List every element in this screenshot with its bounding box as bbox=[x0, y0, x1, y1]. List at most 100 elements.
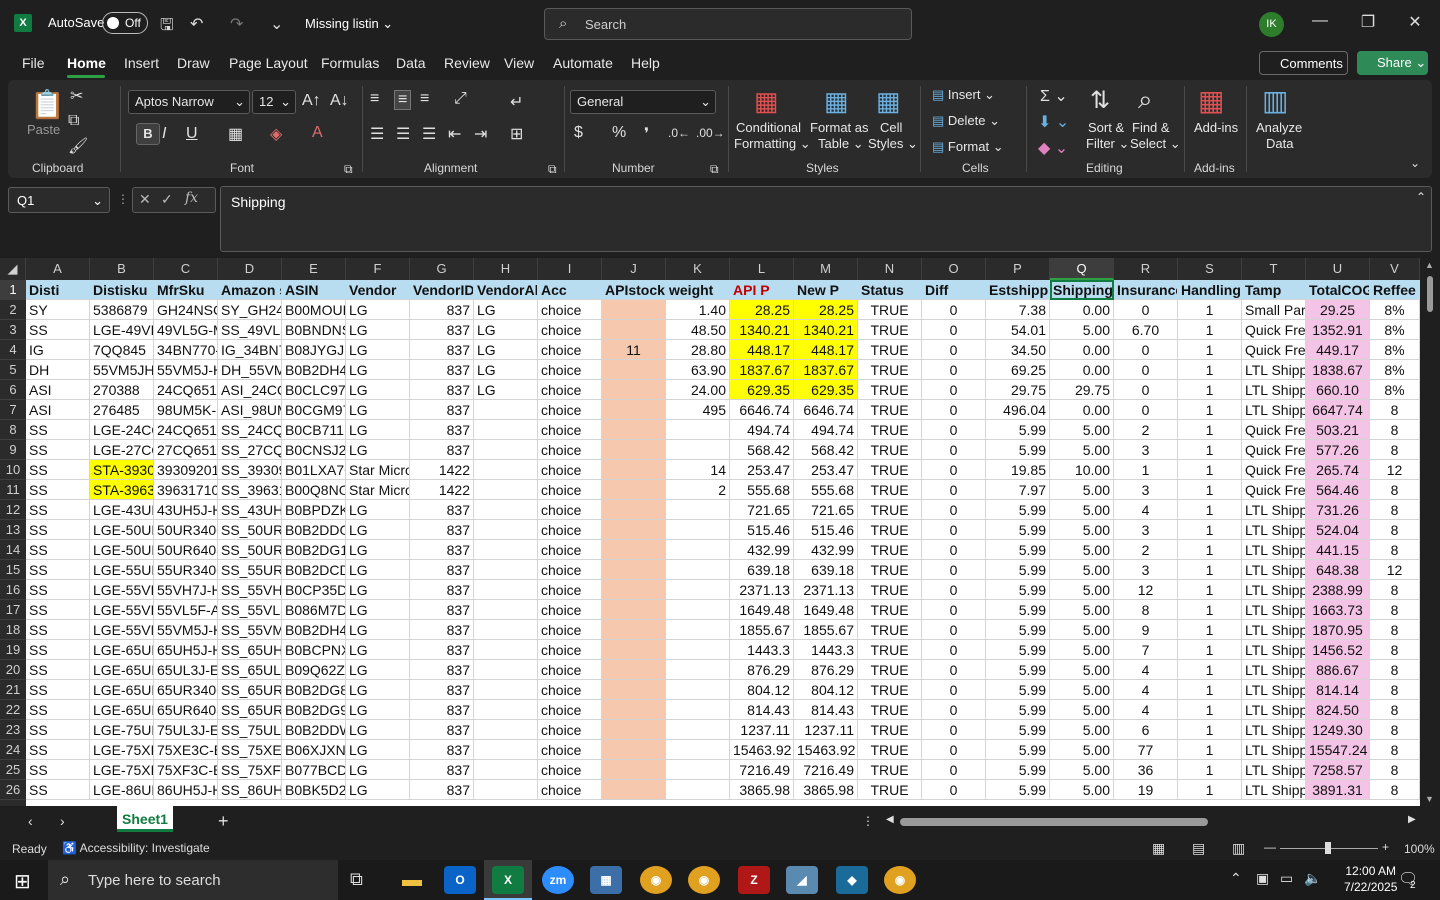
table-cell[interactable]: SS bbox=[26, 760, 90, 780]
table-cell[interactable]: LG bbox=[346, 680, 410, 700]
table-cell[interactable]: choice bbox=[538, 300, 602, 320]
table-cell[interactable]: 1 bbox=[1178, 700, 1242, 720]
table-cell[interactable]: LTL Shippi bbox=[1242, 400, 1306, 420]
table-cell[interactable]: 837 bbox=[410, 340, 474, 360]
save-icon[interactable]: 🖫 bbox=[160, 14, 174, 41]
table-cell[interactable]: 5.00 bbox=[1050, 700, 1114, 720]
table-cell[interactable] bbox=[474, 400, 538, 420]
table-cell[interactable]: Quick Free bbox=[1242, 320, 1306, 340]
table-cell[interactable]: choice bbox=[538, 760, 602, 780]
table-cell[interactable]: SS bbox=[26, 640, 90, 660]
table-cell[interactable]: choice bbox=[538, 680, 602, 700]
column-header-J[interactable]: J bbox=[602, 258, 666, 280]
table-cell[interactable]: 3 bbox=[1114, 560, 1178, 580]
table-cell[interactable] bbox=[602, 320, 666, 340]
add-sheet-icon[interactable]: + bbox=[218, 811, 229, 832]
table-cell[interactable]: 0.00 bbox=[1050, 300, 1114, 320]
table-cell[interactable]: TRUE bbox=[858, 660, 922, 680]
menu-tab-insert[interactable]: Insert bbox=[124, 55, 159, 71]
table-cell[interactable]: 39309201 bbox=[154, 460, 218, 480]
table-cell[interactable]: 34BN770-B bbox=[154, 340, 218, 360]
table-cell[interactable]: 5.00 bbox=[1050, 660, 1114, 680]
table-cell[interactable]: 8% bbox=[1370, 380, 1420, 400]
alignment-dialog-launcher-icon[interactable]: ⧉ bbox=[548, 162, 557, 177]
table-cell[interactable]: 55VL5F-A bbox=[154, 600, 218, 620]
table-cell[interactable]: 0 bbox=[1114, 300, 1178, 320]
table-cell[interactable]: 5.99 bbox=[986, 420, 1050, 440]
table-cell[interactable]: 5.00 bbox=[1050, 620, 1114, 640]
table-cell[interactable]: 5.00 bbox=[1050, 560, 1114, 580]
table-cell[interactable]: B00Q8NO bbox=[282, 480, 346, 500]
table-cell[interactable]: LG bbox=[346, 700, 410, 720]
table-cell[interactable]: 0 bbox=[922, 520, 986, 540]
table-cell[interactable]: LTL Shippi bbox=[1242, 740, 1306, 760]
row-header[interactable]: 15 bbox=[0, 560, 26, 580]
find-select-icon[interactable]: ⌕ bbox=[1138, 84, 1153, 116]
table-cell[interactable]: 568.42 bbox=[730, 440, 794, 460]
table-cell[interactable]: 65UL3J-E bbox=[154, 660, 218, 680]
table-cell[interactable]: LGE-49VL5 bbox=[90, 320, 154, 340]
column-header-U[interactable]: U bbox=[1306, 258, 1370, 280]
menu-tab-automate[interactable]: Automate bbox=[553, 55, 613, 71]
table-cell[interactable]: LGE-55UR bbox=[90, 560, 154, 580]
page-layout-view-icon[interactable]: ▤ bbox=[1192, 840, 1205, 857]
table-cell[interactable]: 0 bbox=[922, 580, 986, 600]
table-cell[interactable]: 0 bbox=[922, 400, 986, 420]
table-cell[interactable] bbox=[474, 620, 538, 640]
align-bottom-icon[interactable]: ≡ bbox=[420, 90, 429, 108]
table-cell[interactable]: LTL Shippi bbox=[1242, 580, 1306, 600]
table-cell[interactable]: TRUE bbox=[858, 480, 922, 500]
filter-label[interactable]: Filter ⌄ bbox=[1086, 136, 1129, 152]
table-cell[interactable]: 494.74 bbox=[730, 420, 794, 440]
table-cell[interactable]: 1249.30 bbox=[1306, 720, 1370, 740]
normal-view-icon[interactable]: ▦ bbox=[1152, 840, 1165, 857]
header-cell[interactable]: Amazon s bbox=[218, 280, 282, 300]
italic-icon[interactable]: I bbox=[162, 125, 166, 143]
table-cell[interactable] bbox=[474, 660, 538, 680]
chrome-alt-icon[interactable]: ◉ bbox=[884, 866, 916, 894]
table-cell[interactable]: 448.17 bbox=[730, 340, 794, 360]
table-cell[interactable]: LTL Shippi bbox=[1242, 560, 1306, 580]
column-header-R[interactable]: R bbox=[1114, 258, 1178, 280]
table-cell[interactable]: TRUE bbox=[858, 360, 922, 380]
table-cell[interactable]: LG bbox=[346, 320, 410, 340]
table-cell[interactable] bbox=[666, 700, 730, 720]
table-cell[interactable]: 5.99 bbox=[986, 560, 1050, 580]
orientation-icon[interactable]: ⤢ bbox=[454, 90, 467, 108]
table-cell[interactable]: B077BCDG bbox=[282, 760, 346, 780]
table-cell[interactable]: SY bbox=[26, 300, 90, 320]
table-cell[interactable]: LGE-65UL bbox=[90, 660, 154, 680]
table-cell[interactable]: 629.35 bbox=[794, 380, 858, 400]
table-cell[interactable]: choice bbox=[538, 320, 602, 340]
table-cell[interactable]: LG bbox=[346, 720, 410, 740]
table-cell[interactable]: LGE-75XE bbox=[90, 740, 154, 760]
table-cell[interactable]: TRUE bbox=[858, 620, 922, 640]
table-cell[interactable] bbox=[602, 660, 666, 680]
table-cell[interactable]: 432.99 bbox=[730, 540, 794, 560]
table-cell[interactable]: TRUE bbox=[858, 600, 922, 620]
table-cell[interactable]: TRUE bbox=[858, 400, 922, 420]
table-cell[interactable]: SS_86UH5 bbox=[218, 780, 282, 800]
table-cell[interactable]: 270388 bbox=[90, 380, 154, 400]
table-cell[interactable]: TRUE bbox=[858, 760, 922, 780]
table-cell[interactable]: 48.50 bbox=[666, 320, 730, 340]
table-cell[interactable]: 1 bbox=[1178, 320, 1242, 340]
table-cell[interactable]: 98UM5K-B bbox=[154, 400, 218, 420]
delete-cells-button[interactable]: ▤ Delete ⌄ bbox=[932, 113, 1000, 129]
table-cell[interactable]: LTL Shippi bbox=[1242, 600, 1306, 620]
table-cell[interactable]: 265.74 bbox=[1306, 460, 1370, 480]
table-cell[interactable]: IG bbox=[26, 340, 90, 360]
table-cell[interactable]: SS bbox=[26, 500, 90, 520]
table-cell[interactable]: LG bbox=[346, 760, 410, 780]
table-cell[interactable]: 9 bbox=[1114, 620, 1178, 640]
row-header[interactable]: 2 bbox=[0, 300, 26, 320]
table-cell[interactable]: TRUE bbox=[858, 540, 922, 560]
table-cell[interactable]: 0.00 bbox=[1050, 360, 1114, 380]
excel-taskbar-icon[interactable]: X bbox=[492, 866, 524, 894]
table-cell[interactable]: 1 bbox=[1178, 440, 1242, 460]
table-cell[interactable]: 837 bbox=[410, 320, 474, 340]
table-cell[interactable]: LG bbox=[346, 600, 410, 620]
table-cell[interactable]: 8 bbox=[1370, 600, 1420, 620]
table-cell[interactable]: B0B2DDGT bbox=[282, 520, 346, 540]
table-cell[interactable]: LG bbox=[346, 640, 410, 660]
